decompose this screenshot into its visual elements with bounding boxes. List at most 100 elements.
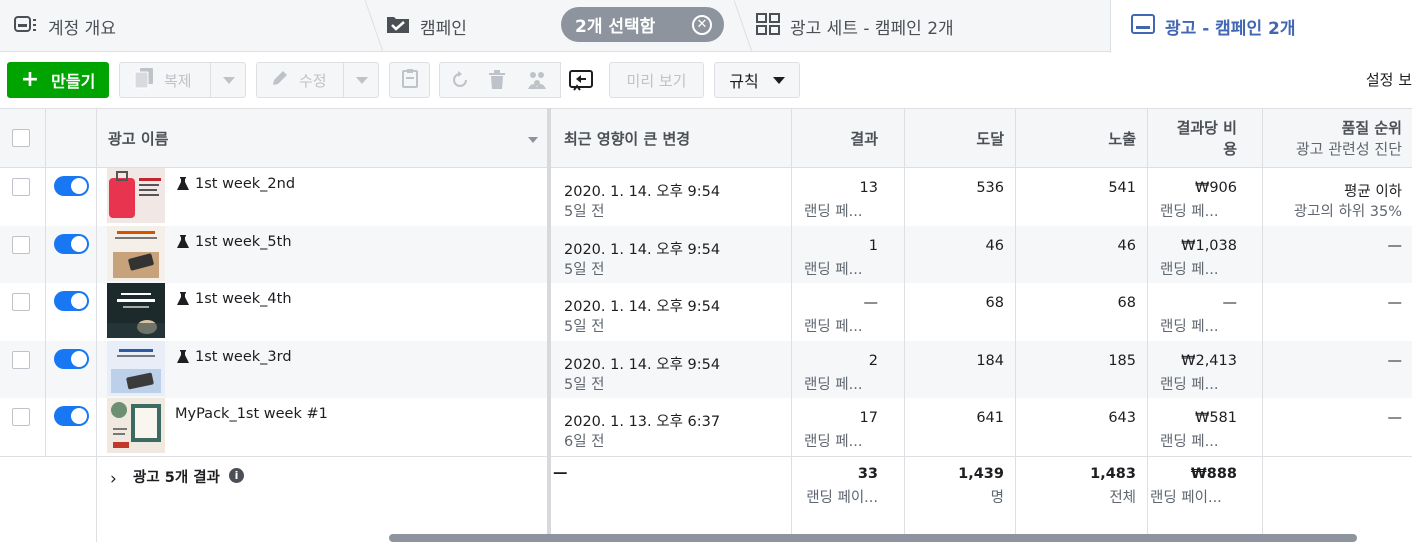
tab-ads-label: 광고 - 캠페인 2개 bbox=[1165, 19, 1296, 39]
duplicate-button[interactable]: 복제 bbox=[119, 62, 246, 98]
settings-link[interactable]: 설정 보 bbox=[1366, 69, 1412, 90]
totals-changed: — bbox=[553, 465, 568, 481]
row-checkbox[interactable] bbox=[12, 293, 30, 312]
ad-name[interactable]: 1st week_4th bbox=[195, 291, 292, 307]
row-checkbox[interactable] bbox=[12, 408, 30, 427]
reach-value: 68 bbox=[985, 295, 1004, 312]
selected-count-label: 2개 선택함 bbox=[575, 17, 656, 37]
impressions-value: 643 bbox=[1108, 410, 1136, 427]
create-button[interactable]: + 만들기 bbox=[7, 62, 109, 98]
edit-button[interactable]: 수정 bbox=[256, 62, 379, 98]
rules-button[interactable]: 규칙 bbox=[714, 62, 800, 98]
ad-thumbnail[interactable] bbox=[107, 168, 165, 223]
column-impressions[interactable]: 노출 bbox=[1016, 109, 1136, 167]
tab-account-overview[interactable]: 계정 개요 bbox=[14, 0, 116, 52]
reach-value: 536 bbox=[976, 180, 1004, 196]
column-ad-name[interactable]: 광고 이름 bbox=[108, 109, 538, 167]
ad-name[interactable]: MyPack_1st week #1 bbox=[175, 406, 328, 422]
ad-thumbnail[interactable] bbox=[107, 283, 165, 339]
totals-row: › 광고 5개 결과 i — 33 랜딩 페이... 1,439 명 1,483… bbox=[0, 456, 1412, 542]
pencil-icon bbox=[271, 69, 289, 91]
quality-ranking: — bbox=[1387, 237, 1403, 254]
changed-date: 2020. 1. 14. 오후 9:54 bbox=[564, 241, 721, 258]
tab-adsets[interactable]: 광고 세트 - 캠페인 2개 bbox=[756, 0, 954, 52]
cost-type: 랜딩 페... bbox=[1160, 261, 1219, 278]
results-type: 랜딩 페... bbox=[804, 261, 863, 278]
preview-button[interactable]: 미리 보기 bbox=[609, 62, 704, 98]
table-row[interactable]: 1st week_5th 2020. 1. 14. 오후 9:54 5일 전 1… bbox=[0, 225, 1412, 283]
ad-status-toggle[interactable] bbox=[54, 233, 89, 254]
sort-caret-icon[interactable] bbox=[528, 137, 538, 143]
totals-reach: 1,439 bbox=[958, 466, 1004, 482]
quality-ranking: — bbox=[1387, 352, 1403, 369]
select-all-checkbox[interactable] bbox=[12, 129, 30, 147]
row-checkbox[interactable] bbox=[12, 235, 30, 254]
tab-ads[interactable]: 광고 - 캠페인 2개 bbox=[1110, 0, 1412, 53]
ad-status-toggle[interactable] bbox=[54, 406, 89, 427]
cost-value: ₩906 bbox=[1194, 180, 1237, 196]
table-row[interactable]: 1st week_2nd 2020. 1. 14. 오후 9:54 5일 전 1… bbox=[0, 168, 1412, 225]
publish-ad-button[interactable] bbox=[560, 62, 600, 98]
info-icon[interactable]: i bbox=[229, 468, 244, 483]
ad-name[interactable]: 1st week_2nd bbox=[195, 176, 295, 192]
cost-type: 랜딩 페... bbox=[1160, 204, 1219, 220]
column-results[interactable]: 결과 bbox=[792, 109, 878, 167]
ad-thumbnail[interactable] bbox=[107, 225, 165, 281]
selected-count-pill[interactable]: 2개 선택함 ✕ bbox=[561, 7, 724, 42]
experiment-flask-icon bbox=[177, 349, 189, 363]
totals-results: 33 bbox=[857, 466, 878, 482]
experiment-flask-icon bbox=[177, 291, 189, 306]
ad-status-toggle[interactable] bbox=[54, 348, 89, 369]
ad-thumbnail[interactable] bbox=[107, 340, 165, 396]
horizontal-scrollbar[interactable] bbox=[389, 534, 1357, 542]
duplicate-dropdown-icon[interactable] bbox=[223, 77, 235, 84]
changed-ago: 6일 전 bbox=[564, 434, 605, 451]
results-value: 13 bbox=[859, 180, 878, 196]
column-cost-per-result[interactable]: 결과당 비 용 bbox=[1148, 109, 1237, 167]
navigation-tabs: 계정 개요 캠페인 2개 선택함 ✕ 광고 세트 - 캠페인 2개 광고 - 캠… bbox=[0, 0, 1412, 53]
table-header: 광고 이름 최근 영향이 큰 변경 결과 도달 노출 결과당 비 용 품질 순위… bbox=[0, 108, 1412, 168]
cost-value: ₩581 bbox=[1194, 410, 1237, 427]
folder-check-icon bbox=[386, 14, 410, 39]
clear-selection-icon[interactable]: ✕ bbox=[692, 15, 712, 35]
trash-icon[interactable] bbox=[488, 70, 506, 94]
ad-status-toggle[interactable] bbox=[54, 176, 89, 196]
ad-name[interactable]: 1st week_5th bbox=[195, 234, 292, 250]
refresh-icon[interactable] bbox=[450, 70, 470, 94]
tab-adsets-label: 광고 세트 - 캠페인 2개 bbox=[790, 18, 954, 39]
results-type: 랜딩 페... bbox=[804, 376, 863, 393]
cost-type: 랜딩 페... bbox=[1160, 434, 1219, 451]
edit-dropdown-icon[interactable] bbox=[356, 77, 368, 84]
duplicate-icon bbox=[134, 67, 154, 93]
impressions-value: 541 bbox=[1108, 180, 1136, 196]
tab-campaigns[interactable]: 캠페인 bbox=[386, 0, 467, 52]
expand-chevron-icon[interactable]: › bbox=[110, 469, 117, 489]
publish-ad-icon bbox=[568, 70, 593, 91]
table-row[interactable]: 1st week_4th 2020. 1. 14. 오후 9:54 5일 전 —… bbox=[0, 283, 1412, 340]
experiment-flask-icon bbox=[177, 176, 189, 190]
ad-name[interactable]: 1st week_3rd bbox=[195, 349, 292, 365]
column-recent-changes[interactable]: 최근 영향이 큰 변경 bbox=[564, 109, 784, 167]
table-row[interactable]: MyPack_1st week #1 2020. 1. 13. 오후 6:37 … bbox=[0, 398, 1412, 455]
ad-thumbnail[interactable] bbox=[107, 398, 165, 454]
results-value: 2 bbox=[868, 352, 878, 369]
results-type: 랜딩 페... bbox=[804, 434, 863, 451]
column-reach[interactable]: 도달 bbox=[904, 109, 1004, 167]
totals-cost: ₩888 bbox=[1190, 466, 1237, 482]
row-checkbox[interactable] bbox=[12, 178, 30, 196]
quality-ranking: — bbox=[1387, 295, 1403, 312]
changed-date: 2020. 1. 14. 오후 9:54 bbox=[564, 299, 721, 316]
cost-value: ₩1,038 bbox=[1181, 237, 1237, 254]
clipboard-button[interactable] bbox=[389, 62, 430, 98]
ad-status-toggle[interactable] bbox=[54, 291, 89, 312]
ab-test-icon[interactable] bbox=[526, 70, 548, 94]
edit-label: 수정 bbox=[299, 71, 327, 90]
column-quality-ranking[interactable]: 품질 순위 광고 관련성 진단 bbox=[1263, 109, 1402, 167]
impressions-value: 185 bbox=[1108, 352, 1136, 369]
adsets-grid-icon bbox=[756, 12, 780, 40]
rules-label: 규칙 bbox=[729, 72, 759, 91]
table-row[interactable]: 1st week_3rd 2020. 1. 14. 오후 9:54 5일 전 2… bbox=[0, 340, 1412, 398]
frozen-column-divider[interactable] bbox=[547, 108, 551, 542]
row-checkbox[interactable] bbox=[12, 350, 30, 369]
changed-ago: 5일 전 bbox=[564, 319, 605, 336]
